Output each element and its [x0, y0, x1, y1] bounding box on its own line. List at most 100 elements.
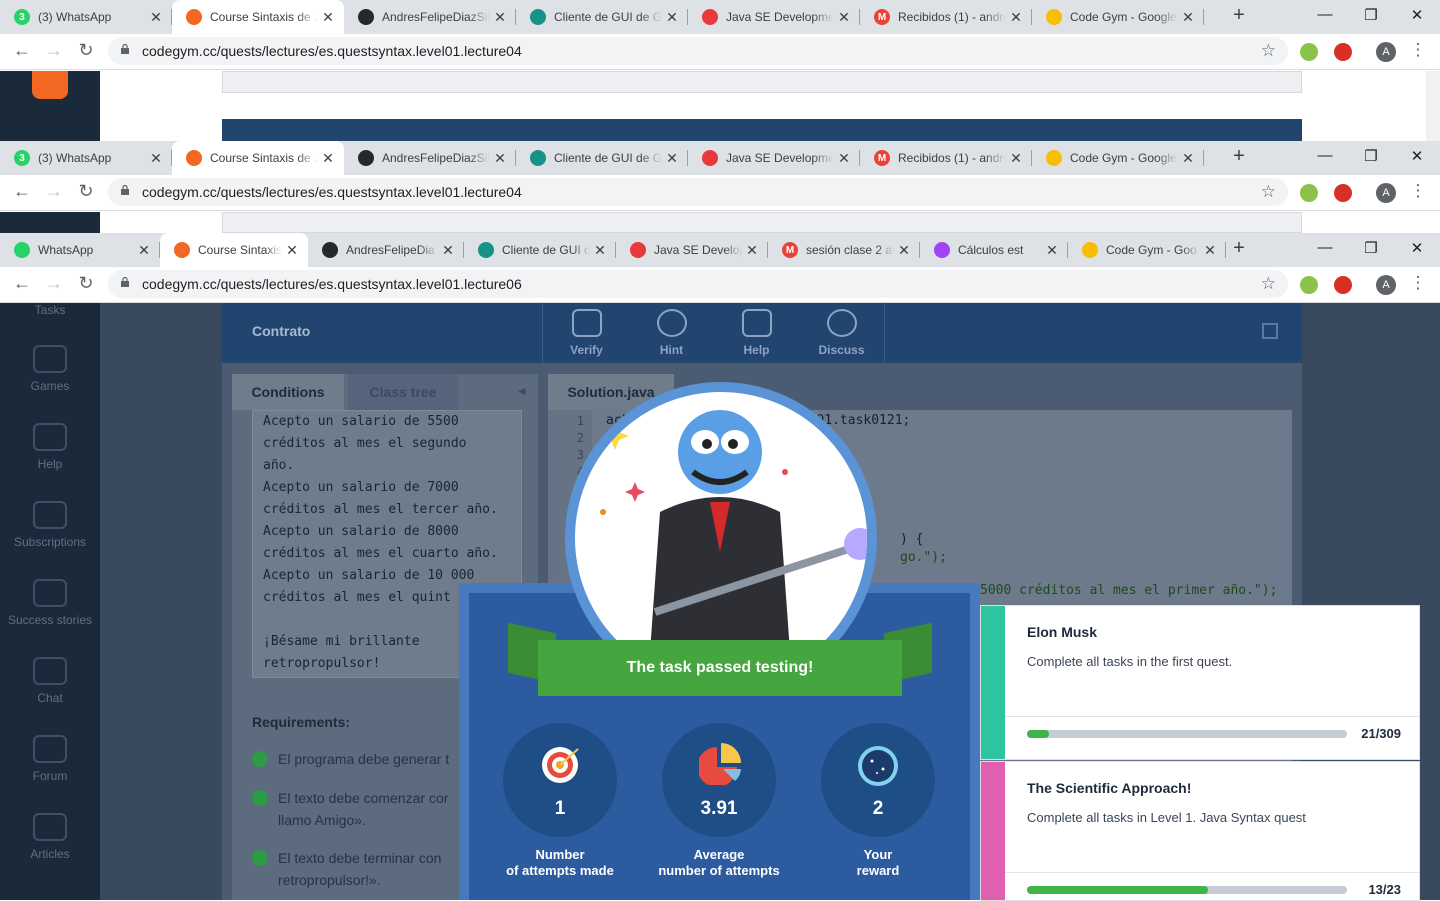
- help-button[interactable]: Help: [714, 309, 799, 357]
- adblock-icon[interactable]: [1334, 184, 1352, 202]
- close-window-button[interactable]: ✕: [1402, 6, 1432, 24]
- close-window-button[interactable]: ✕: [1402, 239, 1432, 257]
- restore-button[interactable]: ❐: [1356, 239, 1386, 257]
- restore-button[interactable]: ❐: [1356, 147, 1386, 165]
- browser-tab[interactable]: Msesión clase 2 ab ✕: [768, 233, 920, 267]
- new-tab-button[interactable]: +: [1226, 145, 1252, 168]
- browser-tab[interactable]: 3 (3) WhatsApp ✕: [0, 141, 172, 175]
- hint-button[interactable]: Hint: [629, 309, 714, 357]
- extension-icon[interactable]: [1300, 276, 1318, 294]
- url-field[interactable]: codegym.cc/quests/lectures/es.questsynta…: [108, 178, 1288, 206]
- browser-tab[interactable]: Course Sintaxis de Ja ✕: [172, 0, 344, 34]
- reload-icon[interactable]: ↻: [74, 40, 98, 61]
- close-tab-icon[interactable]: ✕: [1178, 9, 1198, 26]
- minimize-button[interactable]: —: [1310, 239, 1340, 256]
- close-tab-icon[interactable]: ✕: [1042, 242, 1062, 259]
- sidebar-item-tasks[interactable]: Tasks: [0, 303, 100, 317]
- bookmark-star-icon[interactable]: ☆: [1261, 41, 1276, 61]
- browser-tab[interactable]: WhatsApp ✕: [0, 233, 160, 267]
- close-tab-icon[interactable]: ✕: [834, 9, 854, 26]
- close-tab-icon[interactable]: ✕: [146, 150, 166, 167]
- profile-avatar[interactable]: A: [1376, 42, 1396, 62]
- browser-tab[interactable]: Cliente de GUI de Gi ✕: [516, 0, 688, 34]
- close-tab-icon[interactable]: ✕: [662, 9, 682, 26]
- minimize-button[interactable]: —: [1310, 6, 1340, 23]
- sidebar-item-help[interactable]: Help: [0, 423, 100, 471]
- close-tab-icon[interactable]: ✕: [590, 242, 610, 259]
- browser-tab[interactable]: 3 (3) WhatsApp ✕: [0, 0, 172, 34]
- discuss-button[interactable]: Discuss: [799, 309, 884, 357]
- close-tab-icon[interactable]: ✕: [318, 9, 338, 26]
- browser-tab[interactable]: Cliente de GUI de Gi ✕: [516, 141, 688, 175]
- back-icon[interactable]: ←: [10, 273, 34, 294]
- back-icon[interactable]: ←: [10, 181, 34, 202]
- browser-tab[interactable]: AndresFelipeDiazSilv ✕: [344, 141, 516, 175]
- minimize-button[interactable]: —: [1310, 147, 1340, 164]
- browser-tab[interactable]: Java SE Develop ✕: [616, 233, 768, 267]
- bookmark-star-icon[interactable]: ☆: [1261, 274, 1276, 294]
- browser-tab[interactable]: Code Gym - Goo ✕: [1068, 233, 1226, 267]
- adblock-icon[interactable]: [1334, 43, 1352, 61]
- browser-tab[interactable]: Cliente de GUI d ✕: [464, 233, 616, 267]
- close-tab-icon[interactable]: ✕: [146, 9, 166, 26]
- scrollbar[interactable]: [1426, 71, 1440, 141]
- browser-tab[interactable]: AndresFelipeDiazSilv ✕: [344, 0, 516, 34]
- sidebar-item-chat[interactable]: Chat: [0, 657, 100, 705]
- browser-tab[interactable]: M Recibidos (1) - andre ✕: [860, 141, 1032, 175]
- back-icon[interactable]: ←: [10, 40, 34, 61]
- browser-tab[interactable]: Code Gym - Google ✕: [1032, 0, 1204, 34]
- forward-icon[interactable]: →: [42, 181, 66, 202]
- close-tab-icon[interactable]: ✕: [1178, 150, 1198, 167]
- tab-class-tree[interactable]: Class tree: [348, 374, 458, 410]
- url-field[interactable]: codegym.cc/quests/lectures/es.questsynta…: [108, 270, 1288, 298]
- close-tab-icon[interactable]: ✕: [742, 242, 762, 259]
- close-window-button[interactable]: ✕: [1402, 147, 1432, 165]
- close-tab-icon[interactable]: ✕: [662, 150, 682, 167]
- browser-tab[interactable]: AndresFelipeDia ✕: [308, 233, 464, 267]
- fullscreen-icon[interactable]: [1262, 323, 1278, 339]
- menu-icon[interactable]: ⋮: [1408, 181, 1428, 201]
- sidebar-item-success-stories[interactable]: Success stories: [0, 579, 100, 627]
- close-tab-icon[interactable]: ✕: [490, 9, 510, 26]
- browser-tab[interactable]: M Recibidos (1) - andre ✕: [860, 0, 1032, 34]
- browser-tab[interactable]: Java SE Developmen ✕: [688, 141, 860, 175]
- extension-icon[interactable]: [1300, 43, 1318, 61]
- menu-icon[interactable]: ⋮: [1408, 273, 1428, 293]
- sidebar-item-articles[interactable]: Articles: [0, 813, 100, 861]
- close-tab-icon[interactable]: ✕: [1006, 9, 1026, 26]
- adblock-icon[interactable]: [1334, 276, 1352, 294]
- close-tab-icon[interactable]: ✕: [834, 150, 854, 167]
- extension-icon[interactable]: [1300, 184, 1318, 202]
- browser-tab[interactable]: Code Gym - Google ✕: [1032, 141, 1204, 175]
- browser-tab[interactable]: Java SE Developmen ✕: [688, 0, 860, 34]
- profile-avatar[interactable]: A: [1376, 183, 1396, 203]
- url-field[interactable]: codegym.cc/quests/lectures/es.questsynta…: [108, 37, 1288, 65]
- browser-tab[interactable]: Course Sintaxis de Ja ✕: [172, 141, 344, 175]
- close-tab-icon[interactable]: ✕: [318, 150, 338, 167]
- browser-tab[interactable]: Cálculos est ✕: [920, 233, 1068, 267]
- reload-icon[interactable]: ↻: [74, 181, 98, 202]
- forward-icon[interactable]: →: [42, 273, 66, 294]
- close-tab-icon[interactable]: ✕: [438, 242, 458, 259]
- close-tab-icon[interactable]: ✕: [134, 242, 154, 259]
- close-tab-icon[interactable]: ✕: [1200, 242, 1220, 259]
- forward-icon[interactable]: →: [42, 40, 66, 61]
- close-tab-icon[interactable]: ✕: [1006, 150, 1026, 167]
- profile-avatar[interactable]: A: [1376, 275, 1396, 295]
- close-tab-icon[interactable]: ✕: [490, 150, 510, 167]
- collapse-arrow-icon[interactable]: ◀: [518, 386, 526, 397]
- close-tab-icon[interactable]: ✕: [282, 242, 302, 259]
- sidebar-item-forum[interactable]: Forum: [0, 735, 100, 783]
- close-tab-icon[interactable]: ✕: [894, 242, 914, 259]
- verify-button[interactable]: Verify: [544, 309, 629, 357]
- bookmark-star-icon[interactable]: ☆: [1261, 182, 1276, 202]
- reload-icon[interactable]: ↻: [74, 273, 98, 294]
- browser-tab[interactable]: Course Sintaxis d✕: [160, 233, 308, 267]
- new-tab-button[interactable]: +: [1226, 237, 1252, 260]
- restore-button[interactable]: ❐: [1356, 6, 1386, 24]
- menu-icon[interactable]: ⋮: [1408, 40, 1428, 60]
- tab-conditions[interactable]: Conditions: [232, 374, 344, 410]
- sidebar-item-games[interactable]: Games: [0, 345, 100, 393]
- new-tab-button[interactable]: +: [1226, 4, 1252, 27]
- sidebar-item-subscriptions[interactable]: Subscriptions: [0, 501, 100, 549]
